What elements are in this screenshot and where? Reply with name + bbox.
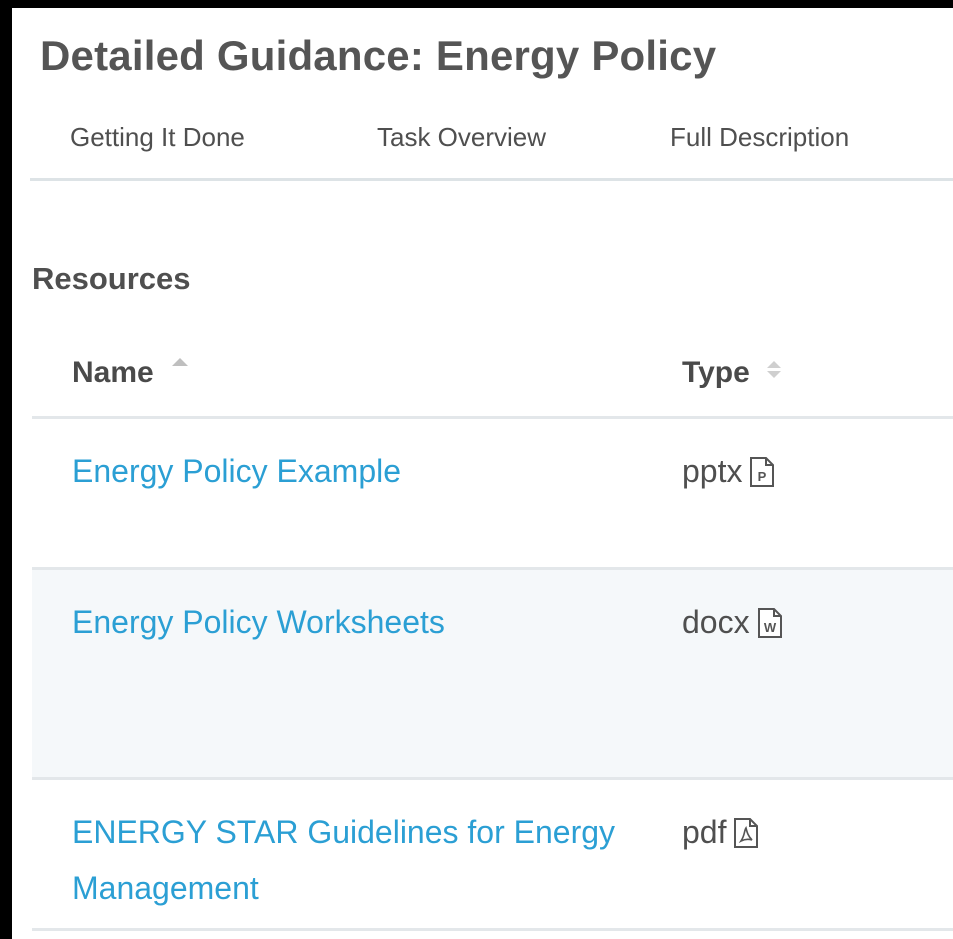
table-row: Energy Policy Worksheets docx W	[32, 570, 953, 780]
tab-task-overview[interactable]: Task Overview	[377, 122, 546, 153]
resource-type-label: pptx	[682, 453, 743, 489]
sort-ascending-icon	[171, 358, 188, 366]
pdf-file-icon[interactable]	[732, 810, 760, 866]
page-title: Detailed Guidance: Energy Policy	[40, 32, 717, 79]
sort-icon	[766, 361, 782, 378]
table-row: ENERGY STAR Guidelines for Energy Manage…	[32, 780, 953, 931]
name-column-label: Name	[72, 356, 154, 389]
tab-getting-it-done[interactable]: Getting It Done	[70, 122, 245, 153]
svg-text:W: W	[763, 620, 776, 635]
resource-link[interactable]: ENERGY STAR Guidelines for Energy Manage…	[72, 804, 632, 916]
type-column-header[interactable]: Type	[682, 356, 782, 390]
resource-type: pptx P	[682, 443, 776, 505]
resource-type-label: pdf	[682, 814, 727, 850]
resource-link[interactable]: Energy Policy Worksheets	[72, 594, 632, 650]
name-column-header[interactable]: Name	[72, 356, 188, 390]
type-column-label: Type	[682, 356, 750, 389]
resource-type: docx W	[682, 594, 784, 656]
resources-heading: Resources	[32, 261, 191, 296]
table-row: Energy Policy Example pptx P	[32, 419, 953, 570]
resource-type: pdf	[682, 804, 760, 866]
svg-text:P: P	[758, 469, 767, 484]
tab-bar: Getting It Done Task Overview Full Descr…	[30, 112, 953, 181]
tab-full-description[interactable]: Full Description	[670, 122, 849, 153]
resources-table: Name Type Energy Policy Example pptx P En…	[32, 338, 953, 931]
table-header: Name Type	[32, 338, 953, 419]
resource-type-label: docx	[682, 604, 750, 640]
resource-link[interactable]: Energy Policy Example	[72, 443, 632, 499]
docx-file-icon[interactable]: W	[756, 600, 784, 656]
guidance-panel: Detailed Guidance: Energy Policy Getting…	[12, 8, 953, 939]
pptx-file-icon[interactable]: P	[748, 449, 776, 505]
